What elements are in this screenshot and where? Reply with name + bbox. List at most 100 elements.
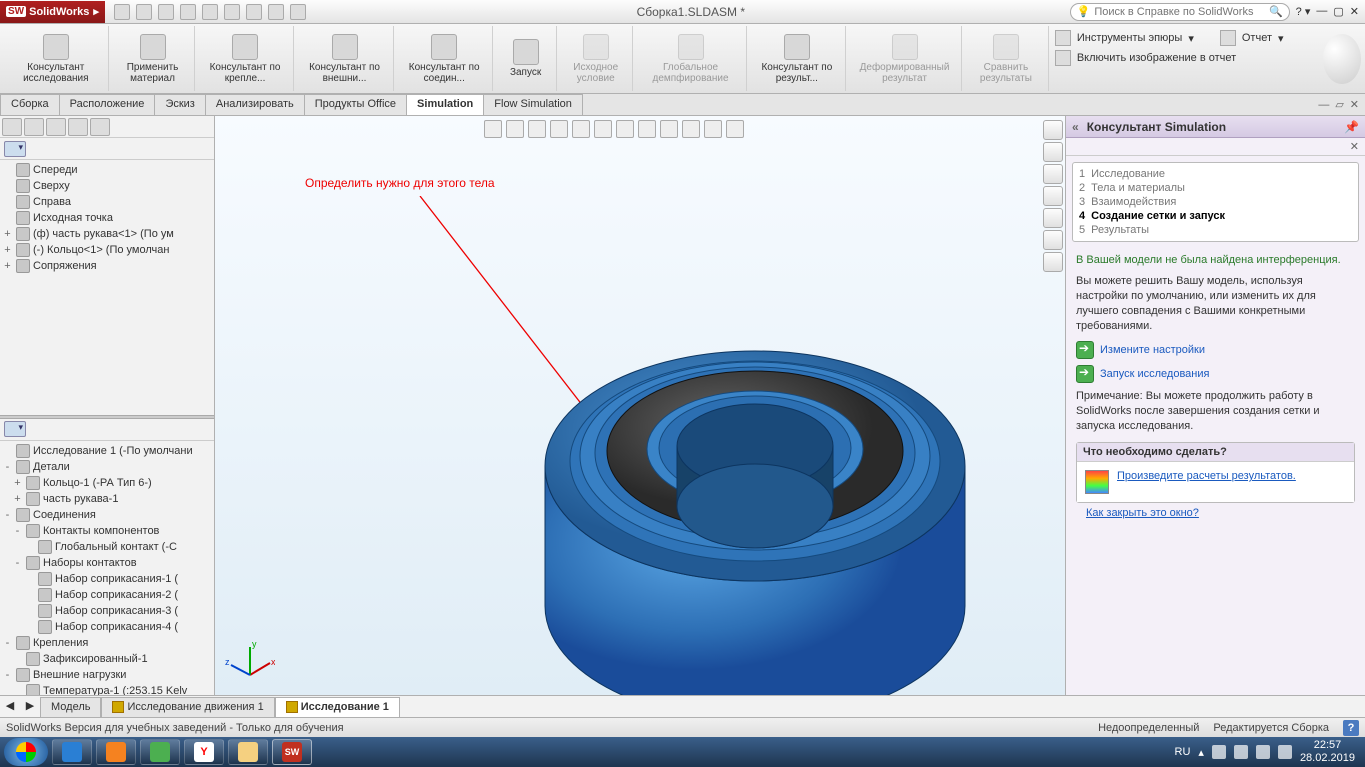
zoom-fit-icon[interactable] xyxy=(484,120,502,138)
rb-run[interactable]: Запуск xyxy=(495,26,557,91)
tab-scroll-left-icon[interactable]: ◀ xyxy=(0,696,20,717)
doc-close-icon[interactable]: ✕ xyxy=(1350,98,1359,111)
tb-yandex[interactable]: Y xyxy=(184,739,224,765)
tree-node[interactable]: Спереди xyxy=(0,162,214,178)
fm-tab-disp-icon[interactable] xyxy=(90,118,110,136)
filter-button-2[interactable] xyxy=(4,421,26,437)
select-icon[interactable] xyxy=(224,4,240,20)
rb-connection-advisor[interactable]: Консультант по соедин... xyxy=(396,26,493,91)
btab-study1[interactable]: Исследование 1 xyxy=(275,697,400,717)
tree-node[interactable]: Набор соприкасания-3 ( xyxy=(0,603,214,619)
tab-flow[interactable]: Flow Simulation xyxy=(483,94,583,115)
design-tree[interactable]: СпередиСверхуСправаИсходная точка+(ф) ча… xyxy=(0,160,214,415)
tree-node[interactable]: Температура-1 (:253.15 Kelv xyxy=(0,683,214,696)
volume-icon[interactable] xyxy=(1278,745,1292,759)
advisor-step-2[interactable]: 2Тела и материалы xyxy=(1079,181,1352,195)
collapse-icon[interactable]: « xyxy=(1072,120,1079,134)
print-icon[interactable] xyxy=(180,4,196,20)
view-triad[interactable]: x y z xyxy=(225,635,275,685)
network-icon[interactable] xyxy=(1256,745,1270,759)
tree-node[interactable]: -Контакты компонентов xyxy=(0,523,214,539)
panel-close-icon[interactable]: ✕ xyxy=(1350,140,1359,153)
help-icon[interactable] xyxy=(290,4,306,20)
tree-node[interactable]: Сверху xyxy=(0,178,214,194)
clock[interactable]: 22:5728.02.2019 xyxy=(1300,739,1355,764)
view-settings-icon[interactable] xyxy=(682,120,700,138)
tree-node[interactable]: -Внешние нагрузки xyxy=(0,667,214,683)
rb-results-advisor[interactable]: Консультант по результ... xyxy=(749,26,846,91)
tree-node[interactable]: Исходная точка xyxy=(0,210,214,226)
tp-view-icon[interactable] xyxy=(1043,186,1063,206)
open-icon[interactable] xyxy=(136,4,152,20)
rb-load-advisor[interactable]: Консультант по внешни... xyxy=(296,26,395,91)
fm-tab-prop-icon[interactable] xyxy=(24,118,44,136)
tb-explorer[interactable] xyxy=(228,739,268,765)
tree-node[interactable]: Набор соприкасания-1 ( xyxy=(0,571,214,587)
btab-motion[interactable]: Исследование движения 1 xyxy=(101,697,274,717)
tree-node[interactable]: +(-) Кольцо<1> (По умолчан xyxy=(0,242,214,258)
lang-indicator[interactable]: RU xyxy=(1175,746,1191,758)
start-button[interactable] xyxy=(4,738,48,766)
action-run-study[interactable]: Запуск исследования xyxy=(1076,365,1355,383)
plot-tools-label[interactable]: Инструменты эпюры xyxy=(1077,32,1183,44)
include-image-icon[interactable] xyxy=(1055,50,1071,66)
display-style-icon[interactable] xyxy=(594,120,612,138)
tree-node[interactable]: -Соединения xyxy=(0,507,214,523)
scene-icon[interactable] xyxy=(638,120,656,138)
close-icon[interactable]: ✕ xyxy=(1350,5,1359,18)
tree-node[interactable]: +часть рукава-1 xyxy=(0,491,214,507)
tree-node[interactable]: Исследование 1 (-По умолчани xyxy=(0,443,214,459)
rb-fixture-advisor[interactable]: Консультант по крепле... xyxy=(197,26,293,91)
tree-node[interactable]: -Детали xyxy=(0,459,214,475)
tb-ie[interactable] xyxy=(52,739,92,765)
minimize-icon[interactable]: — xyxy=(1316,5,1327,18)
tp-prop-icon[interactable] xyxy=(1043,230,1063,250)
pin-icon[interactable]: 📌 xyxy=(1344,120,1359,134)
tray-expand-icon[interactable]: ▴ xyxy=(1198,746,1204,759)
filter-button[interactable] xyxy=(4,141,26,157)
options-icon[interactable] xyxy=(268,4,284,20)
tp-sim-icon[interactable] xyxy=(1043,252,1063,272)
tab-scroll-right-icon[interactable]: ▶ xyxy=(20,696,40,717)
tree-node[interactable]: Набор соприкасания-2 ( xyxy=(0,587,214,603)
plot-tools-icon[interactable] xyxy=(1055,30,1071,46)
advisor-step-4[interactable]: 4Создание сетки и запуск xyxy=(1079,209,1352,223)
advisor-step-3[interactable]: 3Взаимодействия xyxy=(1079,195,1352,209)
tray-icon-2[interactable] xyxy=(1234,745,1248,759)
tree-node[interactable]: Набор соприкасания-4 ( xyxy=(0,619,214,635)
save-icon[interactable] xyxy=(158,4,174,20)
tab-simulation[interactable]: Simulation xyxy=(406,94,484,115)
tree-node[interactable]: +Сопряжения xyxy=(0,258,214,274)
tab-layout[interactable]: Расположение xyxy=(59,94,156,115)
report-icon[interactable] xyxy=(1220,30,1236,46)
tp-explorer-icon[interactable] xyxy=(1043,164,1063,184)
tree-node[interactable]: Справа xyxy=(0,194,214,210)
include-image-label[interactable]: Включить изображение в отчет xyxy=(1077,52,1236,64)
tree-node[interactable]: -Крепления xyxy=(0,635,214,651)
tree-node[interactable]: Зафиксированный-1 xyxy=(0,651,214,667)
rebuild-icon[interactable] xyxy=(246,4,262,20)
appearance-icon[interactable] xyxy=(660,120,678,138)
tp-home-icon[interactable] xyxy=(1043,120,1063,140)
fm-tab-config-icon[interactable] xyxy=(46,118,66,136)
maximize-icon[interactable]: ▢ xyxy=(1333,5,1343,18)
advisor-step-5[interactable]: 5Результаты xyxy=(1079,223,1352,237)
doc-minimize-icon[interactable]: — xyxy=(1318,99,1329,111)
fm-tab-tree-icon[interactable] xyxy=(2,118,22,136)
tree-node[interactable]: +Кольцо-1 (-РА Тип 6-) xyxy=(0,475,214,491)
tb-wmp[interactable] xyxy=(96,739,136,765)
how-to-close-link[interactable]: Как закрыть это окно? xyxy=(1086,507,1199,519)
tab-office[interactable]: Продукты Office xyxy=(304,94,407,115)
tray-icon-1[interactable] xyxy=(1212,745,1226,759)
prev-view-icon[interactable] xyxy=(528,120,546,138)
tree-node[interactable]: +(ф) часть рукава<1> (По ум xyxy=(0,226,214,242)
section-icon[interactable] xyxy=(550,120,568,138)
rb-study-advisor[interactable]: Консультант исследования xyxy=(4,26,109,91)
tree-node[interactable]: Глобальный контакт (-С xyxy=(0,539,214,555)
tp-lib-icon[interactable] xyxy=(1043,142,1063,162)
tp-appear-icon[interactable] xyxy=(1043,208,1063,228)
bbox-icon[interactable] xyxy=(704,120,722,138)
graphics-viewport[interactable]: Определить нужно для этого тела xyxy=(215,116,1065,695)
fm-tab-dim-icon[interactable] xyxy=(68,118,88,136)
tab-analyze[interactable]: Анализировать xyxy=(205,94,305,115)
